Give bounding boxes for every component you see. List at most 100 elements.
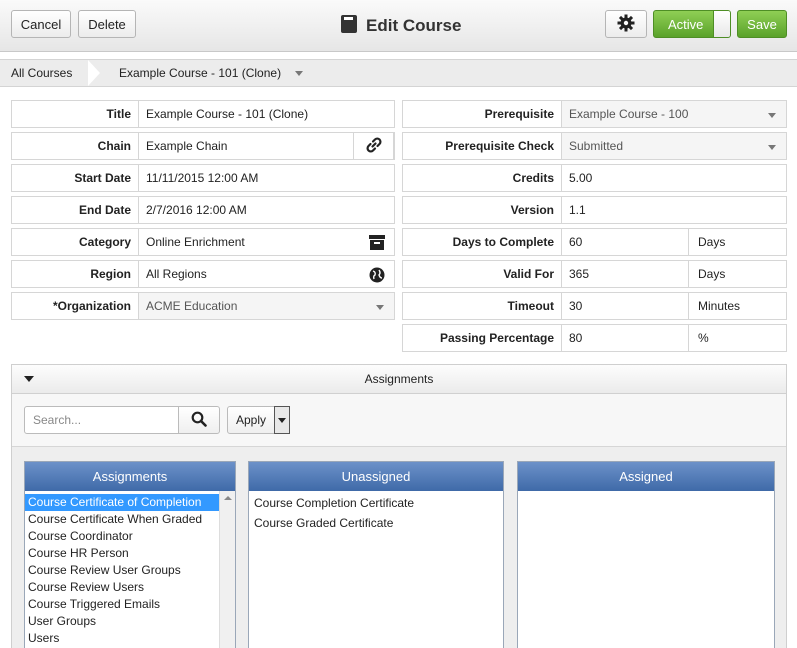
chain-field[interactable]: Example Chain xyxy=(139,132,395,160)
form-row-prerequisite-check: Prerequisite Check Submitted xyxy=(402,132,787,160)
organization-value: ACME Education xyxy=(146,299,238,313)
prerequisite-select[interactable]: Example Course - 100 xyxy=(562,100,787,128)
field-label: Timeout xyxy=(402,292,562,320)
category-value: Online Enrichment xyxy=(146,235,245,249)
unit-label: Days xyxy=(689,228,787,256)
chevron-down-icon xyxy=(768,113,776,118)
unit-label: % xyxy=(689,324,787,352)
field-label: Prerequisite xyxy=(402,100,562,128)
archive-icon[interactable] xyxy=(369,235,385,253)
list-item[interactable]: Course Graded Certificate xyxy=(251,513,501,533)
assignments-scrollbar[interactable] xyxy=(219,491,235,648)
list-item[interactable]: User Groups xyxy=(25,613,235,630)
passing-percentage-field[interactable]: 80 xyxy=(562,324,689,352)
valid-for-field[interactable]: 365 xyxy=(562,260,689,288)
list-item[interactable]: Course HR Person xyxy=(25,545,235,562)
list-item[interactable]: Course Coordinator xyxy=(25,528,235,545)
list-item[interactable]: Course Review Users xyxy=(25,579,235,596)
chevron-down-icon xyxy=(376,305,384,310)
form-row-organization: *Organization ACME Education xyxy=(11,292,395,320)
unit-label: Days xyxy=(689,260,787,288)
list-item[interactable]: Course Completion Certificate xyxy=(251,493,501,513)
scroll-up-icon[interactable] xyxy=(220,491,236,505)
days-to-complete-field[interactable]: 60 xyxy=(562,228,689,256)
breadcrumb-all-courses[interactable]: All Courses xyxy=(0,60,92,86)
region-field[interactable]: All Regions xyxy=(139,260,395,288)
form-row-end-date: End Date 2/7/2016 12:00 AM xyxy=(11,196,395,224)
settings-button[interactable] xyxy=(605,10,647,38)
start-date-field[interactable]: 11/11/2015 12:00 AM xyxy=(139,164,395,192)
form-row-timeout: Timeout 30 Minutes xyxy=(402,292,787,320)
link-icon xyxy=(365,136,383,157)
assignments-toolbar: Search... Apply xyxy=(12,394,786,447)
delete-button[interactable]: Delete xyxy=(78,10,136,38)
assignments-list: Course Certificate of Completion Course … xyxy=(25,491,235,647)
prerequisite-check-value: Submitted xyxy=(569,139,624,153)
field-label: *Organization xyxy=(11,292,139,320)
list-item[interactable]: Course Certificate of Completion xyxy=(25,494,235,511)
toggle-knob xyxy=(713,11,730,37)
collapse-triangle-icon[interactable] xyxy=(24,376,34,382)
unassigned-list: Course Completion Certificate Course Gra… xyxy=(249,491,503,535)
form-row-version: Version 1.1 xyxy=(402,196,787,224)
unassigned-panel-title: Unassigned xyxy=(249,462,503,491)
title-field[interactable]: Example Course - 101 (Clone) xyxy=(139,100,395,128)
apply-button[interactable]: Apply xyxy=(227,406,275,434)
top-toolbar: Cancel Delete Edit Course Active Save xyxy=(0,0,797,52)
category-field[interactable]: Online Enrichment xyxy=(139,228,395,256)
assignments-panel: Assignments Course Certificate of Comple… xyxy=(24,461,236,648)
assignments-section-title: Assignments xyxy=(364,372,434,386)
form-row-days-to-complete: Days to Complete 60 Days xyxy=(402,228,787,256)
chain-value: Example Chain xyxy=(146,139,228,153)
form-row-chain: Chain Example Chain xyxy=(11,132,395,160)
end-date-field[interactable]: 2/7/2016 12:00 AM xyxy=(139,196,395,224)
globe-icon[interactable] xyxy=(369,267,385,286)
breadcrumb-separator xyxy=(88,60,100,86)
cancel-button[interactable]: Cancel xyxy=(11,10,71,38)
field-label: Chain xyxy=(11,132,139,160)
list-item[interactable]: Course Triggered Emails xyxy=(25,596,235,613)
book-icon xyxy=(340,14,358,39)
search-button[interactable] xyxy=(178,406,220,434)
unassigned-panel: Unassigned Course Completion Certificate… xyxy=(248,461,504,648)
list-item[interactable]: Users xyxy=(25,630,235,647)
field-label: Credits xyxy=(402,164,562,192)
field-label: Start Date xyxy=(11,164,139,192)
active-toggle-label: Active xyxy=(668,16,704,32)
field-label: Category xyxy=(11,228,139,256)
chain-link-button[interactable] xyxy=(353,132,394,160)
assignments-section-header[interactable]: Assignments xyxy=(12,365,786,394)
gear-icon xyxy=(617,14,635,35)
form-row-start-date: Start Date 11/11/2015 12:00 AM xyxy=(11,164,395,192)
field-label: Prerequisite Check xyxy=(402,132,562,160)
assigned-panel: Assigned xyxy=(517,461,775,648)
version-field[interactable]: 1.1 xyxy=(562,196,787,224)
form-row-credits: Credits 5.00 xyxy=(402,164,787,192)
active-toggle[interactable]: Active xyxy=(653,10,731,38)
save-button[interactable]: Save xyxy=(737,10,787,38)
unit-label: Minutes xyxy=(689,292,787,320)
field-label: Days to Complete xyxy=(402,228,562,256)
credits-field[interactable]: 5.00 xyxy=(562,164,787,192)
form-row-category: Category Online Enrichment xyxy=(11,228,395,256)
search-icon xyxy=(191,411,207,430)
field-label: Title xyxy=(11,100,139,128)
timeout-field[interactable]: 30 xyxy=(562,292,689,320)
search-input[interactable]: Search... xyxy=(24,406,179,434)
assignments-section: Assignments Search... Apply Assignments … xyxy=(11,364,787,648)
form-row-region: Region All Regions xyxy=(11,260,395,288)
organization-select[interactable]: ACME Education xyxy=(139,292,395,320)
breadcrumb: All Courses Example Course - 101 (Clone) xyxy=(0,59,797,87)
field-label: End Date xyxy=(11,196,139,224)
prerequisite-value: Example Course - 100 xyxy=(569,107,689,121)
form-row-title: Title Example Course - 101 (Clone) xyxy=(11,100,395,128)
list-item[interactable]: Course Review User Groups xyxy=(25,562,235,579)
form-row-passing-percentage: Passing Percentage 80 % xyxy=(402,324,787,352)
prerequisite-check-select[interactable]: Submitted xyxy=(562,132,787,160)
breadcrumb-current[interactable]: Example Course - 101 (Clone) xyxy=(119,60,304,86)
list-item[interactable]: Course Certificate When Graded xyxy=(25,511,235,528)
chevron-down-icon xyxy=(295,70,304,76)
chevron-down-icon xyxy=(278,417,286,423)
apply-dropdown-button[interactable] xyxy=(274,406,290,434)
field-label: Valid For xyxy=(402,260,562,288)
